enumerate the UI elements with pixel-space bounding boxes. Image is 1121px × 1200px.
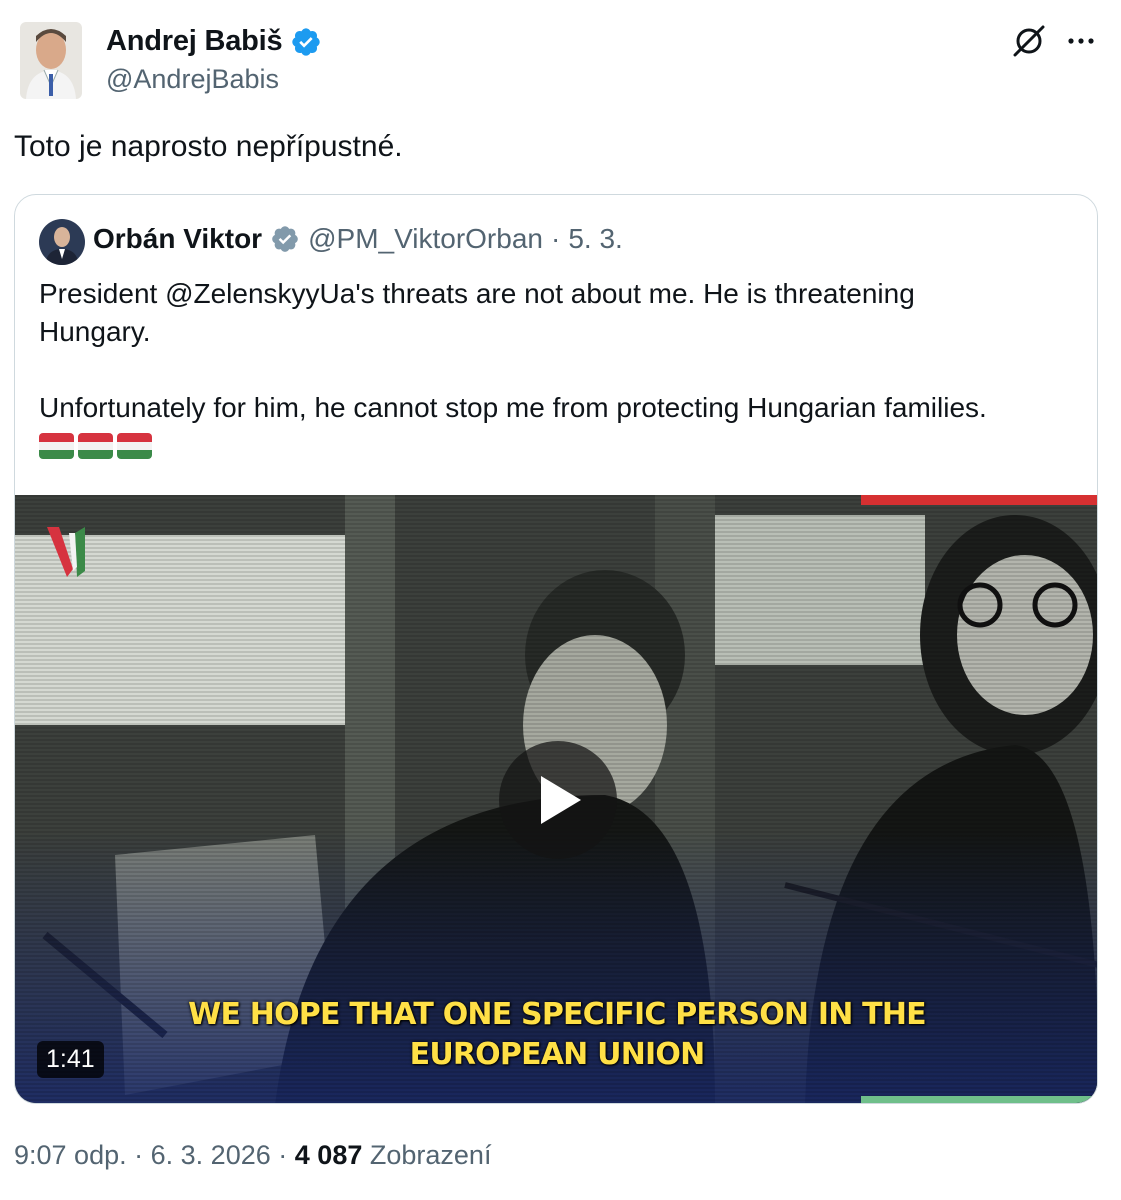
gray-verified-badge-icon [272, 226, 298, 252]
post-time[interactable]: 9:07 odp. [14, 1140, 127, 1170]
hungary-flag-icon [117, 433, 152, 459]
quoted-date[interactable]: 5. 3. [568, 223, 622, 255]
quoted-author-handle[interactable]: @PM_ViktorOrban [308, 223, 543, 255]
quoted-author-avatar[interactable] [39, 219, 85, 265]
views-label[interactable]: Zobrazení [370, 1140, 492, 1170]
author-name[interactable]: Andrej Babiš [106, 25, 283, 58]
bottom-green-bar [861, 1096, 1097, 1103]
views-count[interactable]: 4 087 [295, 1140, 363, 1170]
tweet-footer: 9:07 odp. · 6. 3. 2026 · 4 087 Zobrazení [14, 1140, 491, 1171]
play-icon [541, 776, 581, 824]
video-duration: 1:41 [37, 1041, 104, 1078]
hungary-flag-icon [39, 433, 74, 459]
author-handle[interactable]: @AndrejBabis [106, 64, 279, 95]
footer-separator: · [278, 1140, 288, 1170]
grok-icon[interactable] [1010, 22, 1048, 60]
verified-badge-icon [292, 27, 321, 56]
quoted-text: President @ZelenskyyUa's threats are not… [39, 275, 1079, 427]
video-subtitle: WE HOPE THAT ONE SPECIFIC PERSON IN THE … [15, 995, 1097, 1075]
subtitle-line2: EUROPEAN UNION [409, 1037, 706, 1072]
quoted-text-line1: President @ZelenskyyUa's threats are not… [39, 278, 915, 347]
play-button[interactable] [499, 741, 617, 859]
quoted-tweet-card[interactable]: Orbán Viktor @PM_ViktorOrban · 5. 3. Pre… [14, 194, 1098, 1104]
subtitle-line1: WE HOPE THAT ONE SPECIFIC PERSON IN THE [188, 997, 926, 1032]
quoted-text-line2: Unfortunately for him, he cannot stop me… [39, 392, 987, 423]
video-player[interactable]: WE HOPE THAT ONE SPECIFIC PERSON IN THE … [15, 495, 1097, 1103]
author-avatar[interactable] [20, 22, 82, 99]
author-name-row[interactable]: Andrej Babiš [106, 25, 322, 58]
quoted-header[interactable]: Orbán Viktor @PM_ViktorOrban · 5. 3. [93, 223, 623, 255]
meta-separator: · [550, 223, 561, 254]
hungary-flag-icon [78, 433, 113, 459]
post-date[interactable]: 6. 3. 2026 [151, 1140, 271, 1170]
top-red-bar [861, 495, 1097, 505]
more-icon[interactable] [1062, 22, 1100, 60]
footer-separator: · [134, 1140, 144, 1170]
flag-emojis [39, 433, 152, 459]
channel-logo-icon [47, 527, 85, 577]
quoted-author-name[interactable]: Orbán Viktor [93, 223, 262, 255]
tweet-text: Toto je naprosto nepřípustné. [14, 130, 403, 163]
